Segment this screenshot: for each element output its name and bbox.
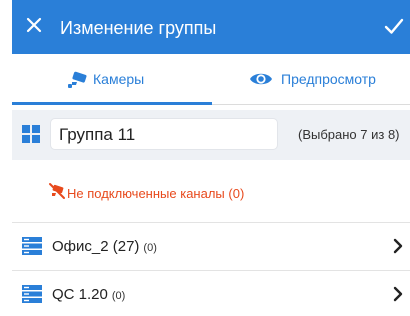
server-name-text: QC 1.20	[52, 286, 108, 303]
screen: Изменение группы Камеры Предпросмотр Гру…	[0, 0, 410, 316]
checkmark-icon[interactable]	[382, 14, 406, 38]
tab-bar: Камеры Предпросмотр	[12, 54, 410, 105]
left-frame	[0, 0, 12, 316]
server-icon	[22, 285, 42, 303]
page-title: Изменение группы	[60, 18, 217, 38]
tab-cameras[interactable]: Камеры	[12, 54, 212, 104]
server-name: QC 1.20 (0)	[52, 286, 125, 303]
server-name: Офис_2 (27) (0)	[52, 238, 157, 255]
server-channel-count: (0)	[143, 242, 157, 254]
server-row[interactable]: Офис_2 (27) (0)	[12, 222, 410, 269]
tab-preview-label: Предпросмотр	[281, 71, 376, 87]
disconnected-channels-item[interactable]: Не подключенные каналы (0)	[12, 170, 410, 210]
tab-cameras-label: Камеры	[93, 71, 145, 87]
group-name-row: Группа 11 (Выбрано 7 из 8)	[12, 110, 410, 160]
group-name-input[interactable]: Группа 11	[50, 118, 278, 150]
eye-icon	[250, 73, 272, 85]
server-channel-count: (0)	[111, 290, 126, 302]
server-name-text: Офис_2 (27)	[52, 238, 140, 255]
disconnected-channels-label: Не подключенные каналы (0)	[67, 186, 245, 201]
edit-group-panel: Изменение группы Камеры Предпросмотр Гру…	[12, 0, 410, 316]
tab-preview[interactable]: Предпросмотр	[212, 54, 410, 104]
chevron-right-icon	[393, 286, 403, 302]
selection-counter: (Выбрано 7 из 8)	[298, 127, 400, 142]
layout-grid-icon	[22, 125, 40, 143]
camera-icon	[68, 71, 87, 88]
app-bar: Изменение группы	[12, 0, 410, 54]
chevron-right-icon	[393, 238, 403, 254]
active-tab-indicator	[12, 102, 212, 105]
close-icon[interactable]	[22, 13, 46, 37]
server-icon	[22, 237, 42, 255]
server-row[interactable]: QC 1.20 (0)	[12, 270, 410, 316]
camera-off-icon	[49, 183, 65, 199]
